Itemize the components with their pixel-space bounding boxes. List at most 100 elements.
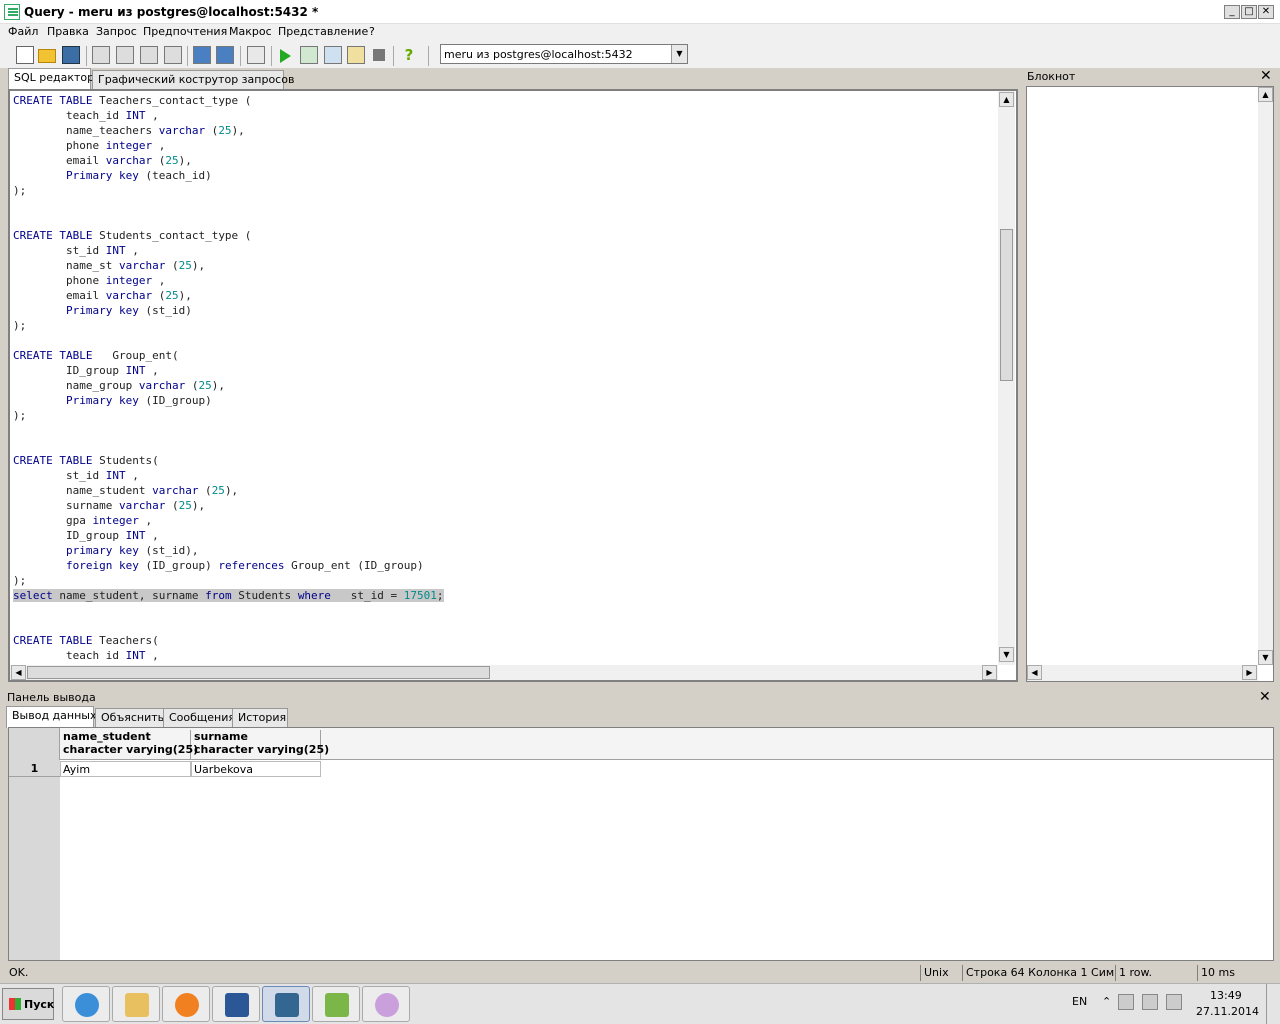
taskbar-explorer[interactable]: [112, 986, 160, 1022]
tab-graphical-query-builder[interactable]: Графический кострутор запросов: [92, 70, 294, 89]
close-icon[interactable]: ✕: [1260, 69, 1272, 83]
language-indicator[interactable]: EN: [1072, 995, 1087, 1008]
find-icon[interactable]: [247, 46, 265, 64]
tab-sql-editor[interactable]: SQL редактор: [8, 68, 94, 90]
tab-data-output[interactable]: Вывод данных: [6, 706, 96, 728]
code-line[interactable]: st_id INT ,: [13, 468, 997, 483]
scroll-thumb[interactable]: [27, 666, 490, 679]
menu-preferences[interactable]: Предпочтения: [143, 25, 227, 38]
taskbar-paint[interactable]: [362, 986, 410, 1022]
connection-select[interactable]: meru из postgres@localhost:5432 ▼: [440, 44, 688, 64]
execute-icon[interactable]: [280, 49, 291, 63]
sql-editor[interactable]: CREATE TABLE Teachers_contact_type ( tea…: [8, 89, 1018, 682]
taskbar-internet-explorer[interactable]: [62, 986, 110, 1022]
code-line[interactable]: CREATE TABLE Students(: [13, 453, 997, 468]
code-line[interactable]: st_id INT ,: [13, 243, 997, 258]
explain-icon[interactable]: [347, 46, 365, 64]
code-line[interactable]: primary key (st_id),: [13, 543, 997, 558]
code-line[interactable]: CREATE TABLE Group_ent(: [13, 348, 997, 363]
code-line[interactable]: );: [13, 573, 997, 588]
minimize-button[interactable]: _: [1224, 5, 1240, 19]
open-folder-icon[interactable]: [38, 49, 56, 63]
column-header-name-student[interactable]: name_student character varying(25): [60, 730, 198, 760]
new-file-icon[interactable]: [16, 46, 34, 64]
clock-date[interactable]: 27.11.2014: [1196, 1005, 1259, 1018]
code-line[interactable]: [13, 213, 997, 228]
start-button[interactable]: Пуск: [2, 988, 54, 1020]
scroll-right-icon[interactable]: ▶: [1242, 665, 1257, 680]
code-line[interactable]: CREATE TABLE Teachers_contact_type (: [13, 93, 997, 108]
undo-icon[interactable]: [193, 46, 211, 64]
editor-horizontal-scrollbar[interactable]: ◀ ▶: [10, 665, 998, 680]
code-line[interactable]: name_st varchar (25),: [13, 258, 997, 273]
code-line[interactable]: foreign key (ID_group) references Group_…: [13, 558, 997, 573]
code-line[interactable]: phone integer ,: [13, 138, 997, 153]
row-number[interactable]: 1: [9, 761, 60, 777]
notepad-vertical-scrollbar[interactable]: ▲ ▼: [1258, 87, 1273, 665]
clock-time[interactable]: 13:49: [1210, 989, 1242, 1002]
table-cell[interactable]: Uarbekova: [191, 761, 321, 777]
taskbar-word[interactable]: [212, 986, 260, 1022]
code-line[interactable]: [13, 618, 997, 633]
scroll-left-icon[interactable]: ◀: [1027, 665, 1042, 680]
code-line[interactable]: name_group varchar (25),: [13, 378, 997, 393]
paste-icon[interactable]: [140, 46, 158, 64]
code-line[interactable]: Primary key (teach_id): [13, 168, 997, 183]
help-icon[interactable]: ?: [400, 46, 418, 64]
notepad-horizontal-scrollbar[interactable]: ◀ ▶: [1027, 665, 1258, 681]
code-line[interactable]: name_student varchar (25),: [13, 483, 997, 498]
volume-icon[interactable]: [1166, 994, 1182, 1010]
tab-messages[interactable]: Сообщения: [163, 708, 235, 727]
show-hidden-icons-icon[interactable]: ⌃: [1102, 995, 1111, 1008]
code-line[interactable]: CREATE TABLE Students_contact_type (: [13, 228, 997, 243]
code-line[interactable]: teach_id INT ,: [13, 648, 997, 661]
scroll-up-icon[interactable]: ▲: [1258, 87, 1273, 102]
code-line[interactable]: Primary key (st_id): [13, 303, 997, 318]
data-output-grid[interactable]: name_student character varying(25) surna…: [8, 727, 1274, 961]
code-line[interactable]: );: [13, 183, 997, 198]
close-icon[interactable]: ✕: [1259, 690, 1271, 704]
table-cell[interactable]: Ayim: [60, 761, 191, 777]
menu-file[interactable]: Файл: [8, 25, 38, 38]
code-line[interactable]: email varchar (25),: [13, 153, 997, 168]
menu-view[interactable]: Представление: [278, 25, 368, 38]
action-center-icon[interactable]: [1118, 994, 1134, 1010]
code-line[interactable]: [13, 438, 997, 453]
menu-query[interactable]: Запрос: [96, 25, 137, 38]
code-line[interactable]: [13, 423, 997, 438]
stop-icon[interactable]: [373, 49, 385, 61]
code-area[interactable]: CREATE TABLE Teachers_contact_type ( tea…: [13, 93, 997, 661]
code-line[interactable]: ID_group INT ,: [13, 363, 997, 378]
clear-icon[interactable]: [164, 46, 182, 64]
execute-pgscript-icon[interactable]: [300, 46, 318, 64]
code-line[interactable]: Primary key (ID_group): [13, 393, 997, 408]
scroll-right-icon[interactable]: ▶: [982, 665, 997, 680]
execute-to-file-icon[interactable]: [324, 46, 342, 64]
scroll-down-icon[interactable]: ▼: [1258, 650, 1273, 665]
copy-icon[interactable]: [116, 46, 134, 64]
close-button[interactable]: ✕: [1258, 5, 1274, 19]
cut-icon[interactable]: [92, 46, 110, 64]
code-line[interactable]: );: [13, 318, 997, 333]
scroll-thumb[interactable]: [1000, 229, 1013, 381]
maximize-button[interactable]: □: [1241, 5, 1257, 19]
network-icon[interactable]: [1142, 994, 1158, 1010]
notepad-area[interactable]: ▲ ▼ ◀ ▶: [1026, 86, 1274, 682]
code-line[interactable]: ID_group INT ,: [13, 528, 997, 543]
menu-help[interactable]: ?: [369, 25, 375, 38]
scroll-left-icon[interactable]: ◀: [11, 665, 26, 680]
code-line[interactable]: );: [13, 408, 997, 423]
column-header-surname[interactable]: surname character varying(25): [191, 730, 329, 760]
code-line[interactable]: email varchar (25),: [13, 288, 997, 303]
menu-edit[interactable]: Правка: [47, 25, 89, 38]
scroll-down-icon[interactable]: ▼: [999, 647, 1014, 662]
taskbar-media-player[interactable]: [162, 986, 210, 1022]
tab-history[interactable]: История: [232, 708, 288, 727]
code-line[interactable]: teach_id INT ,: [13, 108, 997, 123]
code-line[interactable]: surname varchar (25),: [13, 498, 997, 513]
code-line[interactable]: [13, 198, 997, 213]
save-icon[interactable]: [62, 46, 80, 64]
code-line[interactable]: name_teachers varchar (25),: [13, 123, 997, 138]
code-line[interactable]: [13, 603, 997, 618]
grid-corner[interactable]: [9, 728, 60, 760]
